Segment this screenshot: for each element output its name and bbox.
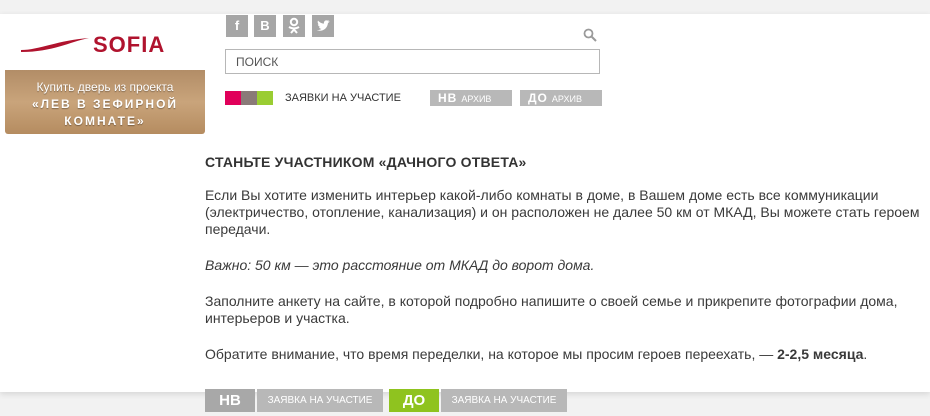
search-icon[interactable] [583,28,597,42]
paragraph-requirements: Если Вы хотите изменить интерьер какой-л… [205,187,920,237]
nv-apply-button[interactable]: НВ ЗАЯВКА НА УЧАСТИЕ [205,389,383,412]
nv-apply-logo: НВ [205,389,255,412]
duration-end: . [863,346,868,362]
ad-line-3: КОМНАТЕ» [64,114,146,128]
note-text: Важно: 50 км — это расстояние от МКАД до… [205,257,595,273]
page-title: СТАНЬТЕ УЧАСТНИКОМ «ДАЧНОГО ОТВЕТА» [205,154,527,170]
nv-logo: НВ [438,91,458,105]
twitter-icon[interactable] [312,15,334,37]
search-input[interactable] [225,49,600,74]
paragraph-form: Заполните анкету на сайте, в которой под… [205,293,898,326]
ad-logo-area: SOFIA [5,14,205,70]
nv-archive-button[interactable]: НВ АРХИВ [430,90,512,106]
paragraph-duration: Обратите внимание, что время переделки, … [205,346,925,363]
ok-glyph-icon [288,17,300,34]
odnoklassniki-icon[interactable] [283,15,305,37]
ad-line-2: «ЛЕВ В ЗЕФИРНОЙ [31,97,179,111]
duration-text: Обратите внимание, что время переделки, … [205,346,778,362]
sofia-logo-swoosh-icon [21,38,89,52]
swatch-pink [225,91,241,105]
applications-link[interactable]: ЗАЯВКИ НА УЧАСТИЕ [285,92,401,104]
do-apply-button[interactable]: ДО ЗАЯВКА НА УЧАСТИЕ [389,389,567,412]
swatch-green [257,91,273,105]
paragraph-note: Важно: 50 км — это расстояние от МКАД до… [205,257,925,274]
ad-line-1: Купить дверь из проекта [36,80,174,94]
nv-apply-label: ЗАЯВКА НА УЧАСТИЕ [257,389,383,412]
vkontakte-icon[interactable]: В [254,15,276,37]
do-apply-label: ЗАЯВКА НА УЧАСТИЕ [441,389,567,412]
ad-wood-panel: Купить дверь из проекта «ЛЕВ В ЗЕФИРНОЙ … [5,70,205,134]
do-archive-button[interactable]: ДО АРХИВ [520,90,602,106]
do-archive-label: АРХИВ [551,94,582,104]
swatch-taupe [241,91,257,105]
nv-archive-label: АРХИВ [461,94,492,104]
sofia-logo-text: SOFIA [93,32,166,57]
twitter-bird-icon [317,20,330,31]
article-content: СТАНЬТЕ УЧАСТНИКОМ «ДАЧНОГО ОТВЕТА» Если… [205,154,925,382]
duration-value: 2-2,5 месяца [777,346,864,362]
sofia-ad-banner[interactable]: SOFIA Купить дверь из проекта «ЛЕВ В ЗЕФ… [5,14,205,134]
facebook-icon[interactable]: f [226,15,248,37]
do-apply-logo: ДО [389,389,439,412]
do-logo: ДО [528,91,548,105]
